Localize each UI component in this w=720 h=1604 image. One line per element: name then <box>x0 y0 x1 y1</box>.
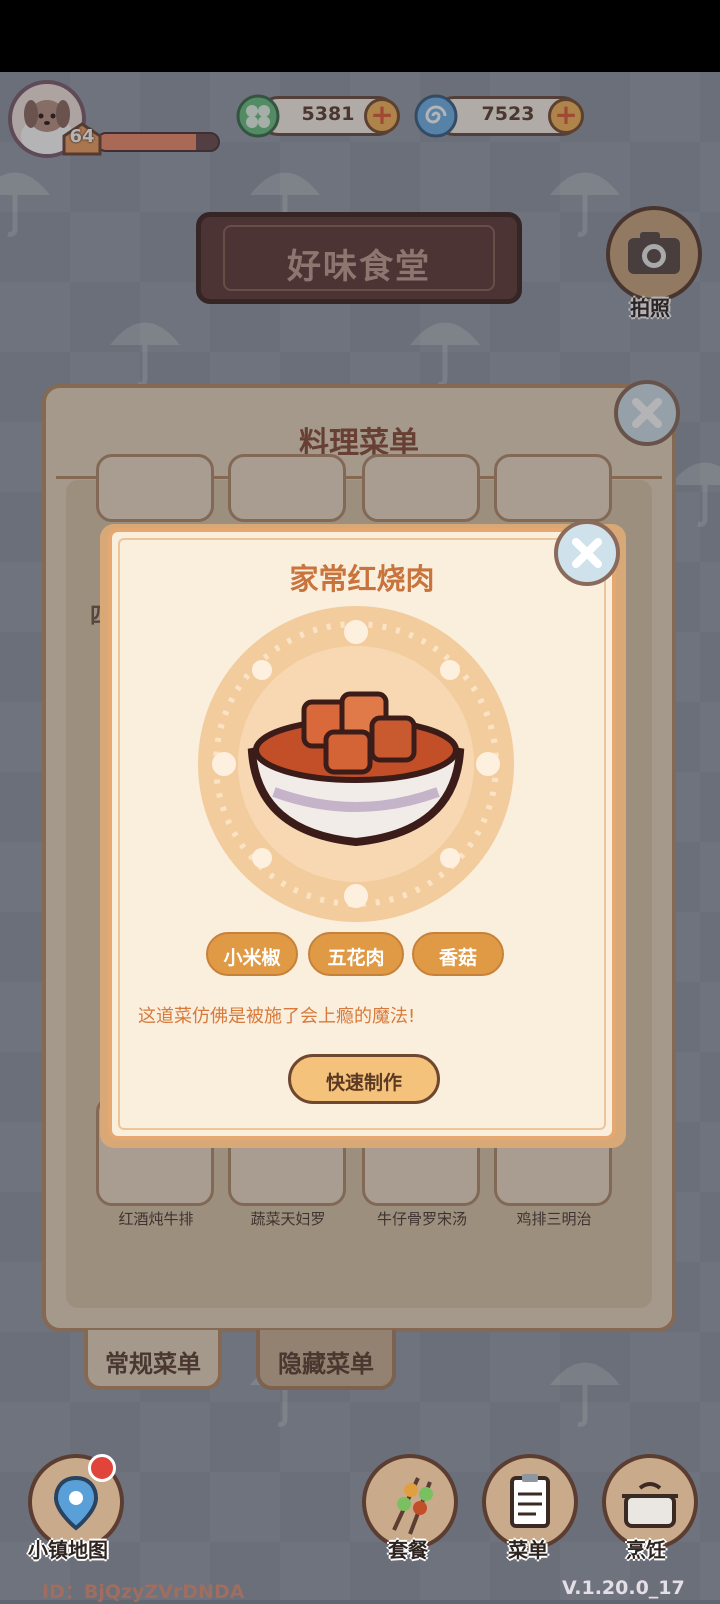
notification-dot <box>88 1454 116 1482</box>
cook-label: 烹饪 <box>626 1538 666 1562</box>
version-label: V.1.20.0_17 <box>562 1577 685 1599</box>
braised-pork-dish-image <box>198 606 514 922</box>
dish-detail-popup: 家常红烧肉 小米椒 五花肉 香菇 这道菜仿佛是被施了会上瘾的魔法! 快速制作 <box>108 528 616 1140</box>
town-map-label: 小镇地图 <box>28 1538 108 1562</box>
dish-description: 这道菜仿佛是被施了会上瘾的魔法! <box>138 1006 416 1027</box>
ingredient-chip-chili: 小米椒 <box>206 932 298 976</box>
ingredient-label: 香菇 <box>438 947 477 969</box>
status-bar <box>0 0 720 72</box>
dish-title: 家常红烧肉 <box>289 562 435 596</box>
clipboard-icon <box>510 1474 550 1528</box>
menu-label: 菜单 <box>508 1538 548 1562</box>
close-popup-button[interactable] <box>554 520 620 586</box>
set-meal-label: 套餐 <box>388 1538 428 1562</box>
ingredient-chip-mushroom: 香菇 <box>412 932 504 976</box>
skewer-icon <box>392 1477 433 1535</box>
ingredient-chip-pork-belly: 五花肉 <box>308 932 404 976</box>
close-icon <box>572 538 602 568</box>
quick-make-label: 快速制作 <box>325 1072 402 1094</box>
quick-make-button[interactable]: 快速制作 <box>288 1054 440 1104</box>
ingredient-label: 五花肉 <box>327 947 385 969</box>
pot-icon <box>622 1482 678 1528</box>
ingredient-label: 小米椒 <box>223 947 281 969</box>
